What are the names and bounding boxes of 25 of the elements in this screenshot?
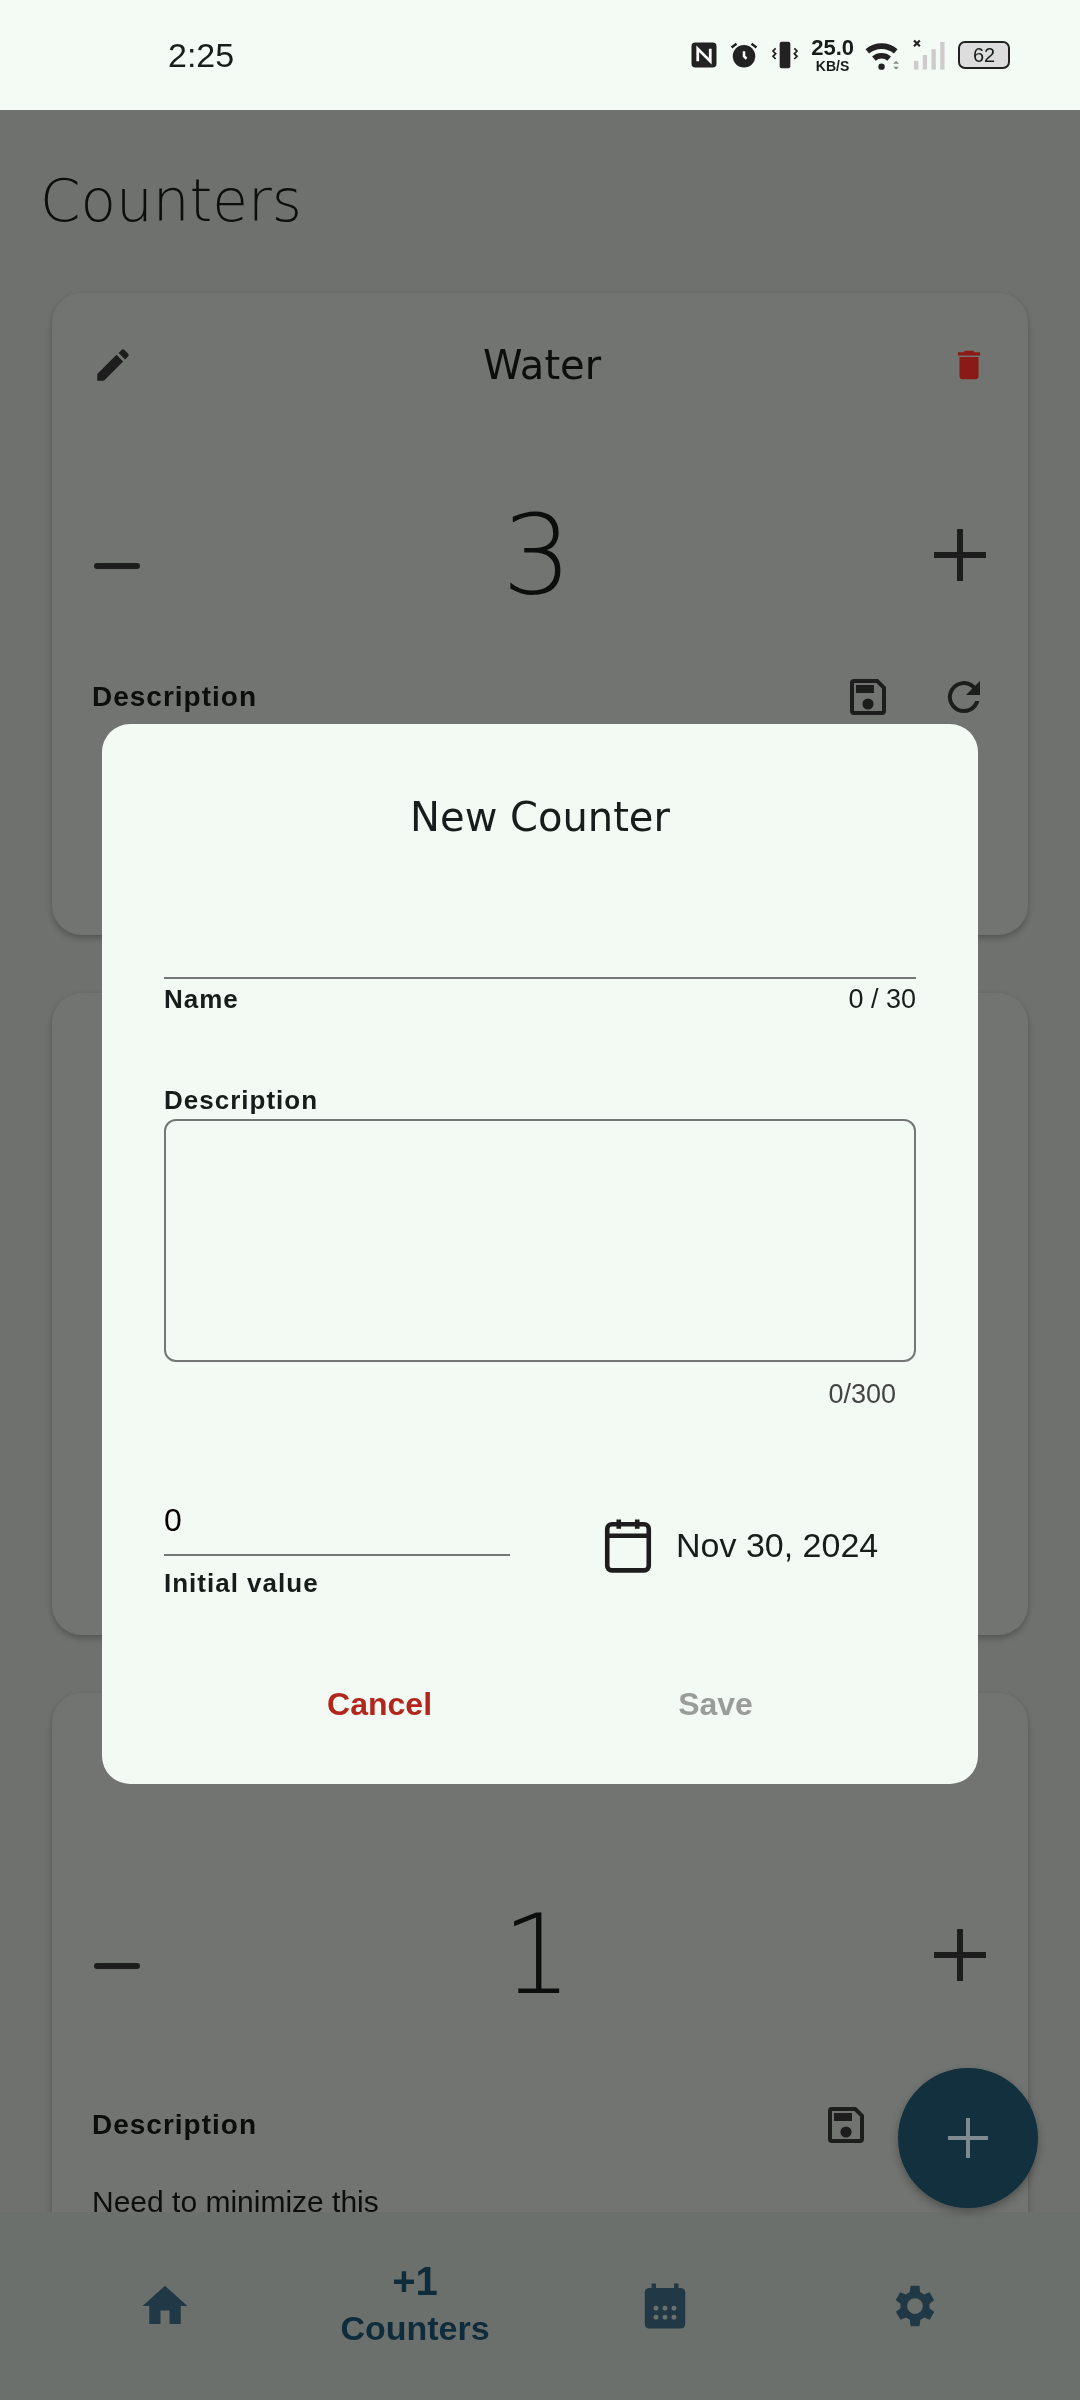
counter-value: 3 [502,489,572,621]
cancel-button[interactable]: Cancel [297,1670,462,1738]
plus-icon[interactable] [932,1927,988,1983]
signal-icon [912,39,948,71]
description-field[interactable] [164,1119,916,1362]
character-counter: 0/300 [828,1377,896,1411]
character-counter: 0 / 30 [848,982,916,1016]
initial-value-field[interactable]: 0 [164,1487,510,1556]
counter-value: 1 [502,1889,572,2021]
field-label: Initial value [164,1566,320,1600]
dialog-title: New Counter [409,793,671,842]
status-time: 2:25 [168,34,236,76]
page-title: Counters [39,165,303,237]
plus-icon [946,2116,990,2160]
field-label: Description [164,1083,319,1117]
description-text: Need to minimize this [92,2184,379,2212]
network-speed: 25.0 [811,37,854,59]
description-label: Description [92,680,258,714]
battery-indicator: 62 [958,41,1010,69]
plus-icon[interactable] [932,527,988,583]
counter-name: Water [482,341,602,390]
field-label: Name [164,982,239,1016]
date-picker[interactable]: Nov 30, 2024 [600,1515,879,1575]
description-label: Description [92,2108,258,2142]
speed-unit: KB/S [815,59,850,73]
